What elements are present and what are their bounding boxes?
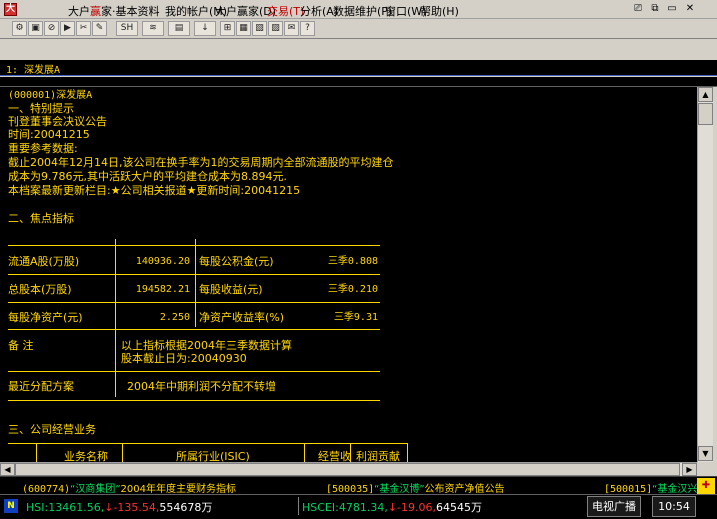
status-bar: N HSI:13461.56,↓-135.54,554678万 HSCEI:47… xyxy=(0,494,717,519)
remark-line-2: 股本截止日为:20040930 xyxy=(121,352,247,365)
menu-item-trade[interactable]: 交易(T) xyxy=(267,3,304,19)
remark-label: 备 注 xyxy=(8,339,34,352)
stock-title: (000001)深发展A xyxy=(8,90,93,101)
metric-label: 每股公积金(元) xyxy=(199,255,274,268)
toolbar-window-icon[interactable]: ▣ xyxy=(28,21,43,36)
table-rule xyxy=(8,443,408,444)
toolbar: ⚙ ▣ ⊘ ▶ ✂ ✎ SH ≋ ▤ ↓ ⊞ ▦ ▧ ▨ ✉ ? xyxy=(0,19,717,39)
metric-label: 总股本(万股) xyxy=(8,283,72,296)
metric-value: 194582.21 xyxy=(135,284,190,295)
toolbar-mail-icon[interactable]: ✉ xyxy=(284,21,299,36)
doc-icon[interactable]: ⎚ xyxy=(631,3,645,16)
toolbar-play-icon[interactable]: ▶ xyxy=(60,21,75,36)
toolbar-report-icon[interactable]: ▨ xyxy=(268,21,283,36)
table-rule xyxy=(8,274,380,275)
toolbar-stop-icon[interactable]: ⊘ xyxy=(44,21,59,36)
toolbar-grid-icon[interactable]: ⊞ xyxy=(220,21,235,36)
horizontal-scroll-thumb[interactable] xyxy=(15,463,680,476)
content-header-band xyxy=(0,77,717,87)
toolbar-table-icon[interactable]: ▧ xyxy=(252,21,267,36)
market-logo-icon[interactable]: N xyxy=(4,499,18,513)
table-divider xyxy=(115,375,116,397)
vertical-scroll-thumb[interactable] xyxy=(698,103,713,125)
ticker-item[interactable]: [500015]“基金汉兴 xyxy=(604,480,697,495)
ticker-item[interactable]: [500035]“基金汉博”公布资产净值公告 xyxy=(326,480,505,495)
hsi-index: HSI:13461.56,↓-135.54,554678万 xyxy=(26,501,213,514)
metric-value: 三季0.808 xyxy=(327,256,378,267)
metric-value: 2.250 xyxy=(159,312,190,323)
section-business-heading: 三、公司经营业务 xyxy=(8,423,96,436)
status-clock: 10:54 xyxy=(652,496,696,517)
stock-profile-content: (000001)深发展A 一、特别提示 刊登董事会决议公告 时间:2004121… xyxy=(0,87,697,462)
scroll-up-icon[interactable]: ▲ xyxy=(698,87,713,102)
table-divider xyxy=(407,443,408,462)
toolbar-sh-icon[interactable]: SH xyxy=(116,21,138,36)
metric-label: 净资产收益率(%) xyxy=(199,311,285,324)
metric-value: 三季9.31 xyxy=(333,312,378,323)
table-rule xyxy=(8,371,380,372)
metric-label: 流通A股(万股) xyxy=(8,255,80,268)
table-divider xyxy=(115,239,116,379)
table-divider xyxy=(195,239,196,327)
scroll-right-icon[interactable]: ▶ xyxy=(682,463,697,476)
biz-header: 所属行业(ISIC) xyxy=(176,450,250,462)
reference-heading: 重要参考数据: xyxy=(8,142,78,155)
restore-icon[interactable]: ⧉ xyxy=(648,3,662,16)
scroll-down-icon[interactable]: ▼ xyxy=(698,446,713,461)
toolbar-chart-icon[interactable]: ▦ xyxy=(236,21,251,36)
notice-text: 刊登董事会决议公告 xyxy=(8,115,107,128)
biz-header: 业务名称 xyxy=(64,450,108,462)
menu-item-data-maintenance[interactable]: 数据维护(P) xyxy=(333,3,392,19)
toolbar-spacer xyxy=(0,40,717,60)
metric-label: 每股收益(元) xyxy=(199,283,263,296)
table-divider xyxy=(36,443,37,462)
minimize-icon[interactable]: ▭ xyxy=(665,3,679,16)
biz-header: 利润贡献 xyxy=(356,450,400,462)
menu-item-help[interactable]: 帮助(H) xyxy=(420,3,459,19)
stock-tab-label: 1: 深发展A xyxy=(6,65,61,76)
table-divider xyxy=(304,443,305,462)
toolbar-edit-icon[interactable]: ✎ xyxy=(92,21,107,36)
table-rule xyxy=(8,245,380,246)
biz-header: 经营收 xyxy=(318,450,351,462)
horizontal-scrollbar[interactable]: ◀ ▶ xyxy=(0,462,697,476)
hscei-index: HSCEI:4781.34,↓-19.06,64545万 xyxy=(302,501,483,514)
vertical-scrollbar[interactable]: ▲ ▼ xyxy=(697,87,713,462)
ticker-alert-icon[interactable]: ✚ xyxy=(697,478,715,494)
toolbar-settings-icon[interactable]: ⚙ xyxy=(12,21,27,36)
distribution-value: 2004年中期利润不分配不转增 xyxy=(127,380,276,393)
scroll-corner xyxy=(697,462,717,476)
metric-value: 140936.20 xyxy=(135,256,190,267)
table-rule xyxy=(8,302,380,303)
metric-label: 每股净资产(元) xyxy=(8,311,83,324)
toolbar-help-icon[interactable]: ? xyxy=(300,21,315,36)
news-ticker[interactable]: (600774)“汉商集团”2004年年度主要财务指标 [500035]“基金汉… xyxy=(0,476,717,495)
section-focus-heading: 二、焦点指标 xyxy=(8,212,74,225)
app-logo-icon[interactable]: 大 xyxy=(4,3,17,16)
table-rule xyxy=(8,400,380,401)
section-special-notice-heading: 一、特别提示 xyxy=(8,102,74,115)
toolbar-down-icon[interactable]: ↓ xyxy=(194,21,216,36)
remark-line-1: 以上指标根据2004年三季数据计算 xyxy=(121,339,292,352)
notice-time: 时间:20041215 xyxy=(8,128,90,141)
status-divider xyxy=(298,497,299,515)
table-divider xyxy=(122,443,123,462)
update-line: 本档案最新更新栏目:★公司相关报道★更新时间:20041215 xyxy=(8,184,301,197)
menu-item-basic-info[interactable]: 大户赢家·基本资料 xyxy=(68,3,160,19)
toolbar-list-icon[interactable]: ▤ xyxy=(168,21,190,36)
menu-bar: 大 大户赢家·基本资料 我的帐户(M) 大户赢家(D) 交易(T) 分析(A) … xyxy=(0,0,717,19)
tv-broadcast-button[interactable]: 电视广播 xyxy=(587,496,641,517)
metric-value: 三季0.210 xyxy=(327,284,378,295)
ticker-item[interactable]: (600774)“汉商集团”2004年年度主要财务指标 xyxy=(22,480,236,495)
reference-line-2: 成本为9.786元,其中活跃大户的平均建仓成本为8.894元. xyxy=(8,170,287,183)
reference-line-1: 截止2004年12月14日,该公司在换手率为1的交易周期内全部流通股的平均建仓 xyxy=(8,156,394,169)
stock-tab[interactable]: 1: 深发展A xyxy=(0,60,717,76)
toolbar-wave-icon[interactable]: ≋ xyxy=(142,21,164,36)
distribution-label: 最近分配方案 xyxy=(8,380,74,393)
toolbar-tool-icon[interactable]: ✂ xyxy=(76,21,91,36)
scroll-left-icon[interactable]: ◀ xyxy=(0,463,15,476)
close-icon[interactable]: ✕ xyxy=(683,3,697,16)
table-rule xyxy=(8,329,380,330)
